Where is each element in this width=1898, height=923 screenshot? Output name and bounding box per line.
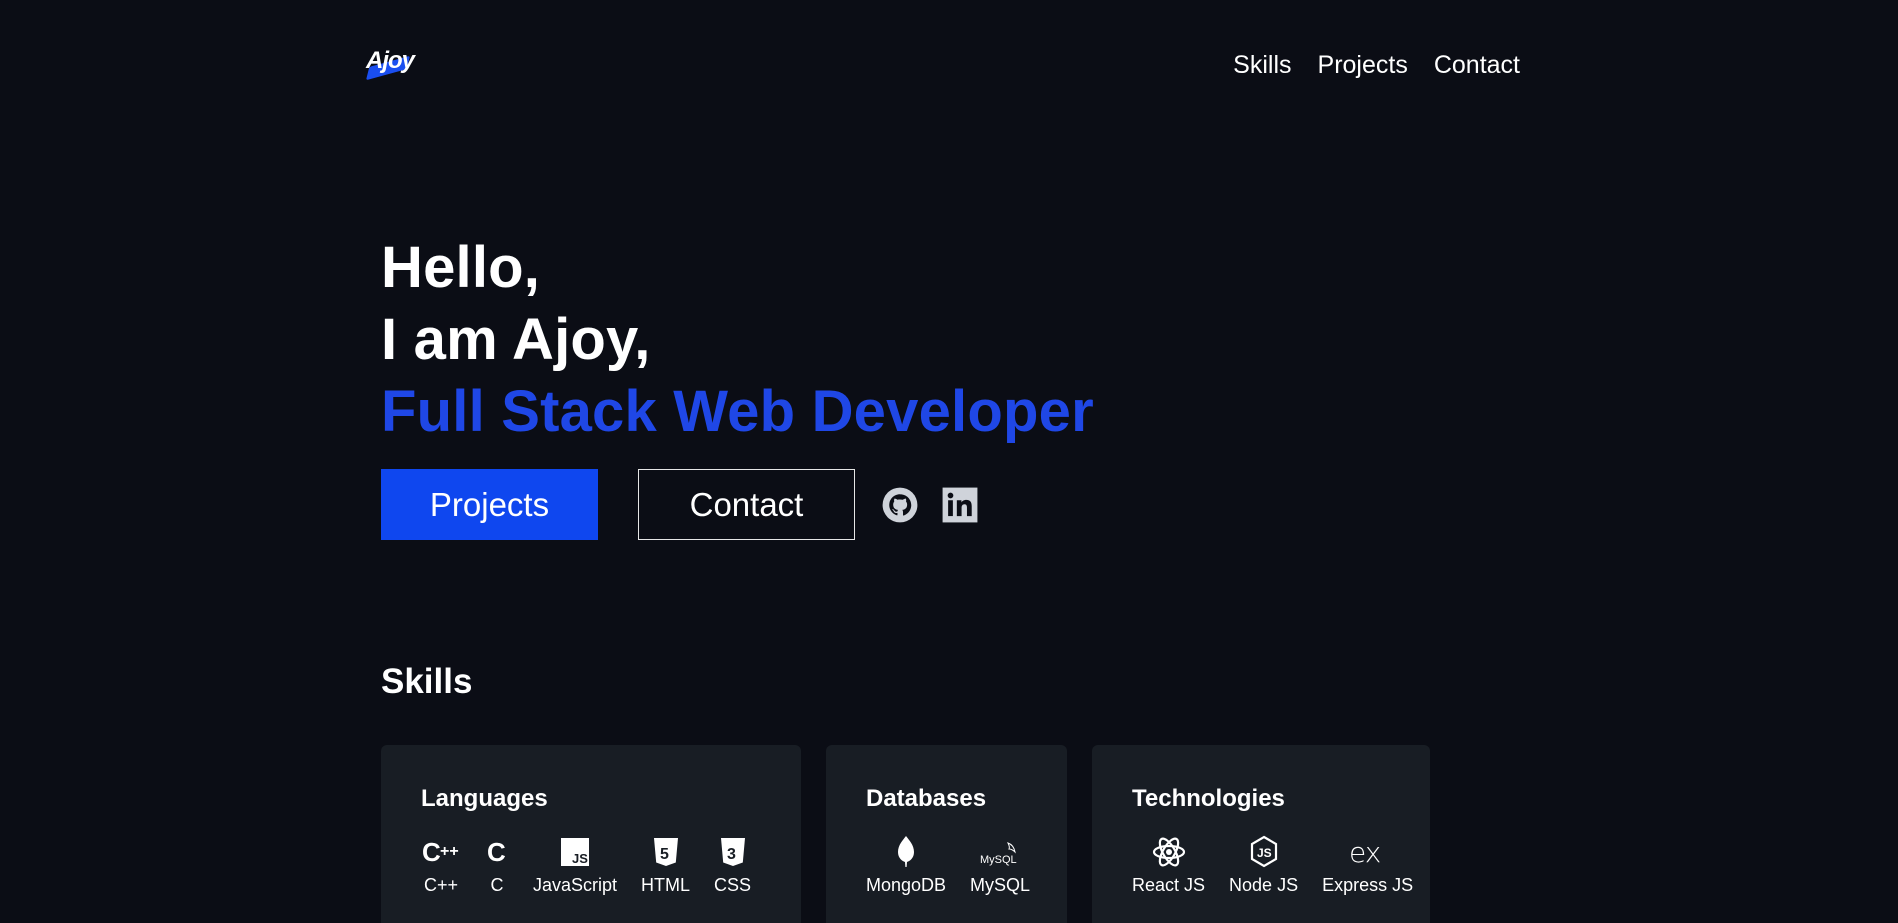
skill-css: 3 CSS bbox=[702, 837, 763, 896]
svg-text:3: 3 bbox=[727, 846, 736, 863]
nav-projects[interactable]: Projects bbox=[1318, 51, 1408, 80]
card-title: Languages bbox=[421, 785, 548, 812]
svg-text:++: ++ bbox=[440, 843, 459, 860]
svg-text:MySQL: MySQL bbox=[980, 854, 1017, 866]
skill-mongodb: MongoDB bbox=[854, 836, 958, 896]
card-title: Technologies bbox=[1132, 785, 1285, 812]
skill-javascript: JS JavaScript bbox=[521, 837, 629, 896]
svg-text:5: 5 bbox=[660, 846, 669, 863]
hero-role: Full Stack Web Developer bbox=[381, 379, 1094, 444]
css3-icon: 3 bbox=[718, 837, 748, 867]
skill-nodejs: JS Node JS bbox=[1217, 835, 1310, 896]
hero-intro: I am Ajoy, bbox=[381, 307, 651, 372]
main-nav: Skills Projects Contact bbox=[1233, 51, 1520, 80]
skill-list: C ++ C++ C C JS JavaScript 5 HTML 3 CSS bbox=[409, 837, 763, 896]
svg-text:ex: ex bbox=[1349, 837, 1381, 867]
cplusplus-icon: C ++ bbox=[421, 837, 461, 867]
skill-react: React JS bbox=[1120, 837, 1217, 896]
skill-list: React JS JS Node JS ex Express JS bbox=[1120, 835, 1425, 896]
skill-c: C C bbox=[473, 837, 521, 896]
javascript-icon: JS bbox=[560, 837, 590, 867]
svg-text:JS: JS bbox=[1257, 846, 1272, 860]
skill-card-languages: Languages C ++ C++ C C JS JavaScript 5 H… bbox=[381, 745, 801, 923]
social-links bbox=[881, 486, 979, 524]
nodejs-icon: JS bbox=[1248, 835, 1280, 868]
skill-card-technologies: Technologies React JS JS Node JS ex Expr… bbox=[1092, 745, 1430, 923]
contact-button[interactable]: Contact bbox=[638, 469, 855, 540]
express-icon: ex bbox=[1347, 837, 1389, 867]
nav-contact[interactable]: Contact bbox=[1434, 51, 1520, 80]
c-icon: C bbox=[485, 837, 509, 867]
github-link[interactable] bbox=[881, 486, 919, 524]
mysql-icon: MySQL bbox=[978, 837, 1022, 867]
mongodb-icon bbox=[895, 836, 917, 867]
linkedin-link[interactable] bbox=[941, 486, 979, 524]
skill-express: ex Express JS bbox=[1322, 837, 1414, 895]
html5-icon: 5 bbox=[652, 837, 680, 867]
react-icon bbox=[1151, 837, 1187, 867]
github-icon bbox=[882, 487, 918, 522]
nav-skills[interactable]: Skills bbox=[1233, 51, 1291, 80]
logo-text: Ajoy bbox=[366, 47, 415, 74]
card-title: Databases bbox=[866, 785, 987, 812]
svg-text:C: C bbox=[487, 837, 506, 867]
hero-actions: Projects Contact bbox=[381, 469, 979, 540]
svg-text:C: C bbox=[422, 837, 441, 867]
skills-title: Skills bbox=[381, 662, 473, 701]
skill-cplusplus: C ++ C++ bbox=[409, 837, 473, 896]
site-header: Ajoy Skills Projects Contact bbox=[364, 40, 1522, 90]
hero-section: Hello, I am Ajoy, Full Stack Web Develop… bbox=[381, 232, 1094, 448]
logo[interactable]: Ajoy bbox=[364, 43, 424, 87]
portfolio-page: Ajoy Skills Projects Contact Hello, I am… bbox=[0, 0, 1898, 923]
projects-button[interactable]: Projects bbox=[381, 469, 598, 540]
linkedin-icon bbox=[942, 487, 978, 522]
skill-mysql: MySQL MySQL bbox=[958, 837, 1042, 896]
hero-greeting: Hello, bbox=[381, 235, 541, 300]
skill-list: MongoDB MySQL MySQL bbox=[854, 836, 1042, 896]
skill-html: 5 HTML bbox=[629, 837, 702, 896]
skill-card-databases: Databases MongoDB MySQL MySQL bbox=[826, 745, 1067, 923]
svg-text:JS: JS bbox=[572, 851, 588, 866]
